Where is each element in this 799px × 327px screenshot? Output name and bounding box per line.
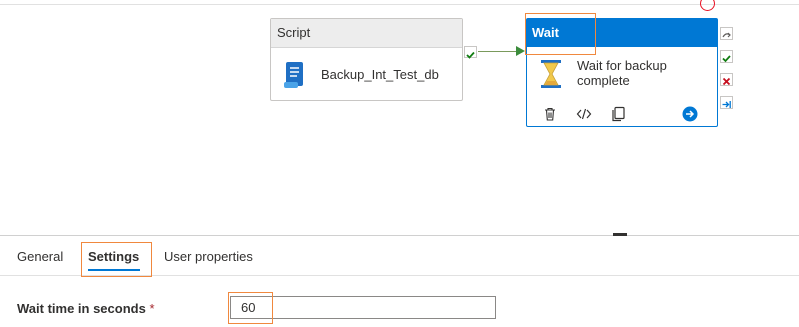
connector-arrow-icon [516, 46, 525, 56]
wait-activity-header: Wait [527, 19, 717, 47]
connector-line [478, 51, 518, 52]
script-activity-header: Script [271, 19, 462, 48]
script-icon [284, 62, 303, 88]
wait-time-input[interactable] [230, 296, 496, 319]
required-marker: * [149, 301, 155, 316]
canvas-top-border [0, 4, 799, 5]
copy-icon[interactable] [610, 106, 626, 122]
tab-general[interactable]: General [17, 236, 63, 276]
skip-output-handle[interactable] [720, 27, 733, 40]
success-output-handle[interactable] [464, 46, 477, 59]
completion-icon [722, 101, 731, 108]
go-arrow-icon[interactable] [682, 106, 698, 122]
script-activity-name: Backup_Int_Test_db [321, 67, 439, 82]
success-icon [722, 55, 731, 63]
wait-activity-actions [542, 106, 707, 124]
tabs-divider [0, 275, 799, 276]
error-indicator [700, 0, 715, 11]
check-icon [466, 51, 475, 59]
success-output-button[interactable] [720, 50, 733, 63]
hourglass-icon [541, 60, 561, 88]
delete-icon[interactable] [542, 106, 558, 122]
failure-output-button[interactable] [720, 73, 733, 86]
wait-activity-description: Wait for backup complete [577, 58, 667, 88]
active-tab-indicator [88, 269, 140, 271]
wait-activity-card[interactable]: Wait Wait for backup complete [526, 18, 718, 127]
failure-icon [722, 77, 731, 86]
code-icon[interactable] [576, 106, 592, 122]
pipeline-canvas[interactable]: Script Backup_Int_Test_db Wait Wait for … [0, 0, 799, 235]
script-activity-card[interactable]: Script Backup_Int_Test_db [270, 18, 463, 101]
wait-time-label: Wait time in seconds * [17, 301, 155, 316]
tab-user-properties[interactable]: User properties [164, 236, 253, 276]
skip-icon [722, 32, 731, 38]
completion-output-button[interactable] [720, 96, 733, 109]
